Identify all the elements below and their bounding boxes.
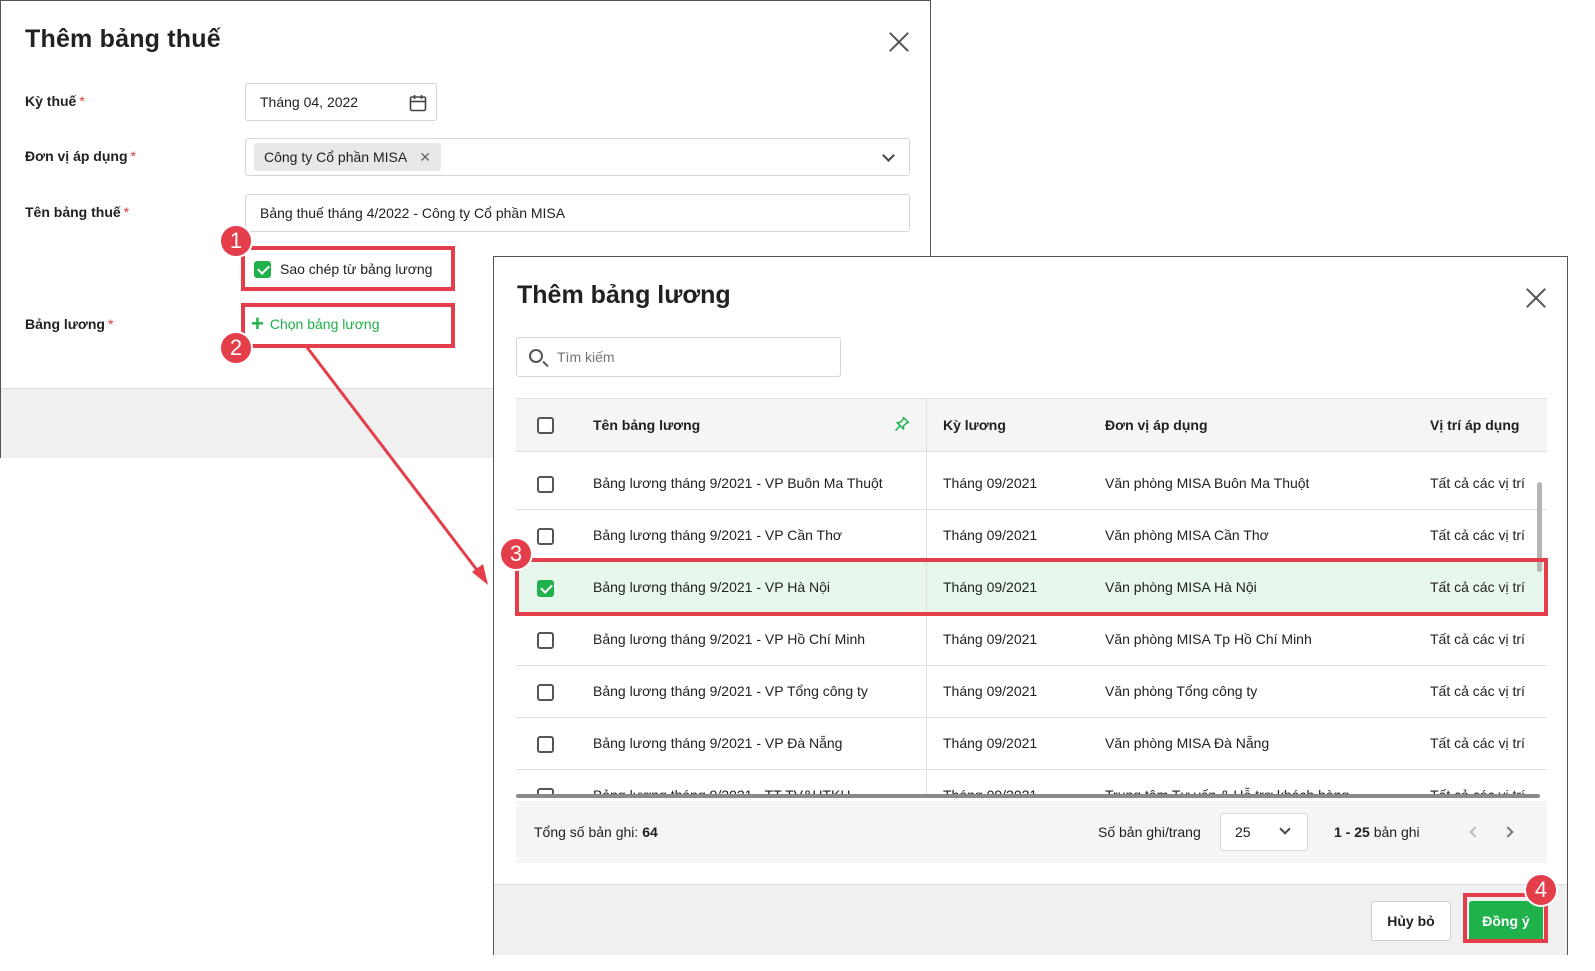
- arrow-connector: [304, 345, 488, 585]
